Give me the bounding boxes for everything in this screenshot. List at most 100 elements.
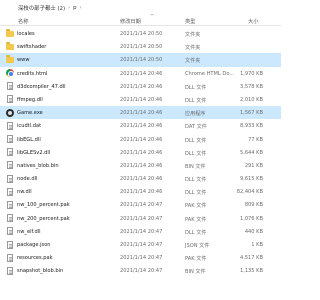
file-date: 2021/1/14 20:46 [120,83,163,90]
file-row[interactable]: node.dll 2021/1/14 20:46 DLL 文件 9,615 KB [0,172,281,185]
column-header-row: 名称 ^ 修改日期 类型 大小 [0,14,281,26]
file-row[interactable]: libEGL.dll 2021/1/14 20:46 DLL 文件 77 KB [0,133,281,146]
file-type: DLL 文件 [185,137,207,144]
file-size: 82,404 KB [236,189,263,196]
file-size: 4,517 KB [239,255,263,262]
file-row[interactable]: package.json 2021/1/14 20:47 JSON 文件 1 KB [0,238,281,251]
file-size: 809 KB [244,202,263,209]
file-icon [6,148,14,157]
file-type: DLL 文件 [185,229,207,236]
file-row[interactable]: nw.dll 2021/1/14 20:46 DLL 文件 82,404 KB [0,185,281,198]
file-type: PAK 文件 [185,256,207,263]
file-row[interactable]: resources.pak 2021/1/14 20:47 PAK 文件 4,517 … [0,251,281,264]
file-name: natives_blob.bin [17,162,59,169]
breadcrumb-separator-icon: › [79,4,82,11]
file-name: libGLESv2.dll [17,149,51,156]
file-date: 2021/1/14 20:46 [120,189,163,196]
file-type: 文件夹 [185,45,201,52]
file-size: 1,076 KB [239,215,263,222]
file-row[interactable]: natives_blob.bin 2021/1/14 20:46 BIN 文件 291… [0,159,281,172]
file-date: 2021/1/14 20:47 [120,268,163,275]
file-name: snapshot_blob.bin [17,268,64,275]
file-row[interactable]: nw_100_percent.pak 2021/1/14 20:47 PAK 文件 8… [0,198,281,211]
file-type: DLL 文件 [185,97,207,104]
file-date: 2021/1/14 20:47 [120,215,163,222]
file-name: icudtl.dat [17,123,42,130]
file-row[interactable]: www 2021/1/14 20:50 文件夹 [0,53,281,67]
file-icon [6,95,14,104]
breadcrumb-item-folder[interactable]: 深枝の部子都士 (2) [16,4,67,12]
file-name: libEGL.dll [17,136,41,143]
file-name: nw.dll [17,189,32,196]
file-type: BIN 文件 [185,163,206,170]
file-row[interactable]: nw_elf.dll 2021/1/14 20:47 DLL 文件 440 KB [0,225,281,238]
folder-icon [6,42,14,51]
file-size: 3,578 KB [239,83,263,90]
file-name: www [17,57,30,64]
file-row[interactable]: credits.html 2021/1/14 20:46 Chrome HTML D… [0,67,281,80]
column-header-date[interactable]: 修改日期 [120,18,141,25]
file-icon [6,214,14,223]
file-date: 2021/1/14 20:50 [120,31,163,37]
file-type: 应用程序 [185,111,206,118]
file-name: credits.html [17,70,48,77]
file-type: DAT 文件 [185,124,207,131]
file-date: 2021/1/14 20:47 [120,255,163,262]
folder-icon [6,29,14,38]
file-row[interactable]: Game.exe 2021/1/14 20:46 应用程序 1,567 KB [0,106,281,120]
chrome-icon [6,69,14,78]
file-row[interactable]: d3dcompiler_47.dll 2021/1/14 20:46 DLL 文件 3… [0,80,281,93]
file-type: PAK 文件 [185,216,207,223]
file-date: 2021/1/14 20:46 [120,162,163,169]
breadcrumb-item-p[interactable]: p [71,5,78,11]
file-date: 2021/1/14 20:46 [120,96,163,103]
file-icon [6,240,14,249]
file-row[interactable]: ffmpeg.dll 2021/1/14 20:46 DLL 文件 2,010 KB [0,93,281,106]
file-row[interactable]: libGLESv2.dll 2021/1/14 20:46 DLL 文件 5,644 … [0,146,281,159]
file-icon [6,253,14,262]
file-name: locales [17,31,35,37]
file-row[interactable]: locales 2021/1/14 20:50 文件夹 [0,27,281,40]
file-size: 5,644 KB [239,149,263,156]
file-name: nw_elf.dll [17,228,41,235]
file-date: 2021/1/14 20:46 [120,176,163,183]
file-type: DLL 文件 [185,150,207,157]
file-row[interactable]: swiftshader 2021/1/14 20:50 文件夹 [0,40,281,53]
file-date: 2021/1/14 20:47 [120,202,163,209]
file-icon [6,266,14,275]
app-icon [6,108,14,117]
folder-icon [6,55,14,64]
file-type: BIN 文件 [185,269,206,276]
file-date: 2021/1/14 20:46 [120,110,163,117]
file-size: 1,135 KB [239,268,263,275]
file-size: 440 KB [244,228,263,235]
file-date: 2021/1/14 20:46 [120,123,163,130]
file-size: 77 KB [248,136,263,143]
file-icon [6,161,14,170]
file-date: 2021/1/14 20:50 [120,57,163,64]
file-type: Chrome HTML Do... [185,70,235,77]
file-name: d3dcompiler_47.dll [17,83,66,90]
file-name: package.json [17,242,51,248]
file-size: 1,567 KB [239,110,263,117]
file-icon [6,174,14,183]
file-type: JSON 文件 [185,243,210,249]
file-type: 文件夹 [185,32,201,38]
file-icon [6,135,14,143]
sort-ascending-icon: ^ [150,14,155,20]
file-type: PAK 文件 [185,203,207,210]
file-row[interactable]: snapshot_blob.bin 2021/1/14 20:47 BIN 文件 1,… [0,264,281,277]
file-date: 2021/1/14 20:46 [120,149,163,156]
column-header-size[interactable]: 大小 [248,18,258,25]
file-row[interactable]: icudtl.dat 2021/1/14 20:46 DAT 文件 8,933 KB [0,119,281,132]
file-date: 2021/1/14 20:47 [120,242,163,248]
file-name: resources.pak [17,255,53,262]
file-name: nw_100_percent.pak [17,202,70,209]
column-header-name[interactable]: 名称 [18,18,28,25]
file-icon [6,82,14,91]
file-type: DLL 文件 [185,190,207,197]
file-icon [6,121,14,130]
file-date: 2021/1/14 20:47 [120,228,163,235]
column-header-type[interactable]: 类型 [185,18,195,25]
file-row[interactable]: nw_200_percent.pak 2021/1/14 20:47 PAK 文件 1… [0,212,281,225]
